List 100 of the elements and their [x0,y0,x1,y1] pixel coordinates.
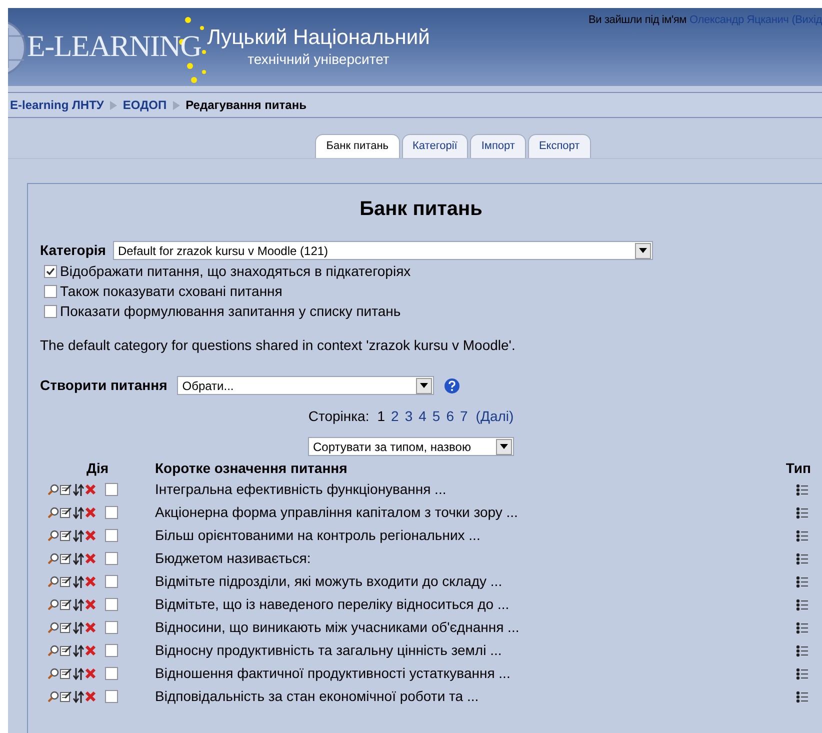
question-text: Акціонерна форма управління капіталом з точки зору ... [155,503,519,522]
check-icon [46,266,55,276]
magnifier-icon [48,576,59,587]
page-link[interactable]: 2 [391,406,399,427]
move-arrows-icon [73,506,84,518]
next-page-link[interactable]: (Далі) [476,406,514,427]
checkbox-label: Показати формулювання запитання у списку питань [60,302,401,321]
edit-icon [60,691,72,702]
login-info: Ви зайшли під ім'ям [588,13,687,28]
page-link[interactable]: 6 [446,406,454,427]
delete-icon [85,668,96,679]
checkbox[interactable] [105,621,118,634]
magnifier-icon [48,507,59,518]
edit-icon [60,622,72,633]
delete-icon [85,645,96,656]
move-arrows-icon [73,690,84,702]
checkbox[interactable] [105,667,118,680]
edit-icon [60,599,72,610]
move-arrows-icon [73,598,84,610]
sort-dropdown[interactable]: Сортувати за типом, назвою [308,437,514,456]
question-text: Більш орієнтованими на контроль регіональних ... [155,526,482,545]
column-header: Тип [784,458,811,478]
move-arrows-icon [73,622,84,634]
delete-icon [85,599,96,610]
magnifier-icon [48,530,59,541]
delete-icon [85,484,96,495]
page-link[interactable]: 5 [432,406,440,427]
move-arrows-icon [73,484,84,496]
breadcrumb-current: Редагування питань [186,97,306,114]
multiple-choice-icon [796,576,808,588]
question-text: Інтегральна ефективність функціонування ... [155,480,448,499]
checkbox[interactable] [105,644,118,657]
multiple-choice-icon [796,530,808,542]
question-text: Відношення фактичної продуктивності устаткування ... [155,664,512,683]
checkbox[interactable] [105,552,118,565]
dropdown-arrow-icon [500,444,508,449]
question-text: Відносини, що виникають між учасниками об'єднання ... [155,618,520,637]
multiple-choice-icon [796,668,808,680]
page-link[interactable]: 4 [418,406,426,427]
multiple-choice-icon [796,552,808,564]
checkbox[interactable] [44,304,57,318]
checkbox[interactable] [105,690,118,703]
checkbox[interactable] [44,284,57,298]
multiple-choice-icon [796,506,808,518]
edit-icon [60,553,72,564]
move-arrows-icon [73,576,84,588]
pagination-label: Сторінка: [308,407,370,426]
question-text: Відмітьте, що із наведеного переліку відноситься до ... [155,595,510,614]
delete-icon [85,576,96,587]
move-arrows-icon [73,644,84,656]
move-arrows-icon [73,552,84,564]
dropdown-arrow-icon [420,383,428,388]
checkbox-label: Також показувати сховані питання [60,282,282,301]
logo-text: E-LEARNING [27,30,202,64]
edit-icon [60,507,72,518]
checkbox[interactable] [105,506,118,519]
tab[interactable]: Категорії [402,134,468,158]
edit-icon [60,530,72,541]
edit-icon [60,668,72,679]
checkbox[interactable] [105,483,118,496]
edit-icon [60,645,72,656]
tab[interactable]: Імпорт [470,134,526,158]
multiple-choice-icon [796,622,808,634]
magnifier-icon [48,622,59,633]
dropdown-arrow-icon [638,248,647,253]
magnifier-icon [48,645,59,656]
help-icon [444,378,460,394]
field-label: Створити питання [40,376,168,395]
delete-icon [85,691,96,702]
multiple-choice-icon [796,484,808,496]
info-text: The default category for questions shared in context 'zrazok kursu v Moodle'. [40,336,516,355]
checkbox[interactable] [105,575,118,588]
current-page: 1 [377,407,386,426]
question-text: Відмітьте підрозділи, які можуть входити до складу ... [155,572,504,591]
institution-subtitle: технічний університет [248,50,390,68]
delete-icon [85,553,96,564]
page-link[interactable]: 3 [404,406,413,427]
question-type-dropdown[interactable]: Обрати... [177,376,434,395]
breadcrumb-link[interactable]: ЕОДОП [122,96,167,114]
page-heading: Банк питань [358,197,484,222]
magnifier-icon [48,553,59,564]
tab[interactable]: Банк питань [315,134,400,158]
move-arrows-icon [73,530,84,542]
checkbox-label: Відображати питання, що знаходяться в підкатегоріях [60,262,411,281]
magnifier-icon [48,484,59,495]
magnifier-icon [48,668,59,679]
page-link[interactable]: 7 [460,406,468,427]
checkbox[interactable] [105,598,118,611]
magnifier-icon [48,691,59,702]
separator-arrow-icon [172,100,180,110]
edit-icon [60,576,72,587]
magnifier-icon [48,599,59,610]
checkbox[interactable] [105,529,118,542]
delete-icon [85,507,96,518]
category-dropdown[interactable]: Default for zrazok kursu v Moodle (121) [112,241,653,260]
checkbox[interactable] [44,264,57,278]
tab[interactable]: Експорт [528,134,591,158]
delete-icon [85,530,96,541]
breadcrumb-link[interactable]: E-learning ЛНТУ [10,96,104,114]
multiple-choice-icon [796,644,808,656]
